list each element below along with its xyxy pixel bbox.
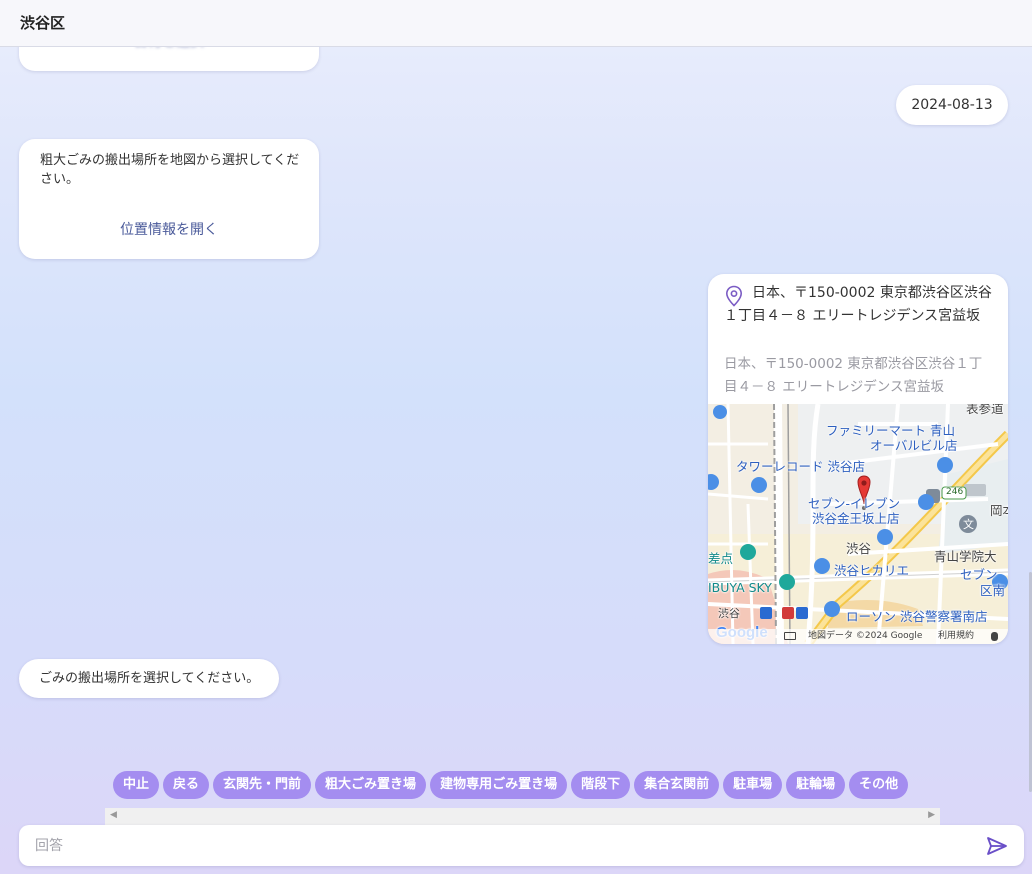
options-horizontal-scrollbar[interactable]: ◀ ▶: [105, 808, 940, 825]
keyboard-icon[interactable]: [784, 632, 796, 640]
map-label-konnozaka: 渋谷金王坂上店: [812, 511, 900, 526]
map-label-shibuya: 渋谷: [846, 541, 872, 556]
app-header: 渋谷区: [0, 0, 1032, 47]
location-address: 日本、〒150-0002 東京都渋谷区渋谷１丁目４－８ エリートレジデンス宮益坂: [724, 285, 992, 324]
page-title: 渋谷区: [20, 14, 66, 32]
chat-scrollbar[interactable]: [1028, 47, 1032, 792]
map-label-oval-building: オーバルビル店: [870, 438, 958, 453]
map-footer: 地図データ ©2024 Google 利用規約: [708, 629, 1008, 644]
user-message-location: 日本、〒150-0002 東京都渋谷区渋谷１丁目４－８ エリートレジデンス宮益坂…: [708, 274, 1008, 644]
map-copyright: 地図データ ©2024 Google: [808, 631, 923, 641]
map-label-kunan: 区南: [980, 583, 1006, 598]
option-chip[interactable]: 階段下: [571, 771, 631, 799]
option-chip[interactable]: 駐車場: [723, 771, 783, 799]
answer-input-bar: [19, 825, 1024, 866]
map-label-shibuya-sky: IBUYA SKY: [708, 580, 772, 595]
map-label-tower-records: タワーレコード 渋谷店: [736, 459, 865, 474]
option-chip[interactable]: 戻る: [163, 771, 210, 799]
answer-input[interactable]: [35, 825, 975, 866]
scroll-right-icon[interactable]: ▶: [928, 810, 935, 820]
bot-message-location-request: 粗大ごみの搬出場所を地図から選択してください。 位置情報を開く: [19, 139, 319, 259]
option-chip[interactable]: 集合玄関前: [634, 771, 720, 799]
send-icon[interactable]: [986, 836, 1008, 856]
open-location-link[interactable]: 位置情報を開く: [19, 219, 319, 239]
map-label-shibuya-station: 渋谷: [718, 607, 740, 620]
option-chip[interactable]: 玄関先・門前: [213, 771, 312, 799]
location-address-sub: 日本、〒150-0002 東京都渋谷区渋谷１丁目４－８ エリートレジデンス宮益坂: [724, 356, 983, 395]
map-label-route-246: 246: [946, 487, 964, 497]
map-label-hikarie: 渋谷ヒカリエ: [834, 563, 910, 578]
report-bug-icon[interactable]: [991, 632, 998, 641]
map-label-aoyama-gakuin: 青山学院大: [934, 549, 997, 564]
location-map[interactable]: 表参道 ファミリーマート 青山 オーバルビル店 タワーレコード 渋谷店 セブン-…: [708, 404, 1008, 644]
option-chip[interactable]: 駐輪場: [786, 771, 846, 799]
map-label-okamoto: 岡本: [990, 503, 1008, 518]
map-label-sakaten: 差点: [708, 551, 734, 566]
map-school-icon: 文: [963, 518, 974, 531]
bot-message-select-place: ごみの搬出場所を選択してください。: [19, 659, 280, 698]
map-terms-link[interactable]: 利用規約: [938, 629, 974, 644]
option-chip[interactable]: 建物専用ごみ置き場: [430, 771, 568, 799]
option-chip[interactable]: その他: [849, 771, 909, 799]
location-request-text: 粗大ごみの搬出場所を地図から選択してください。: [40, 153, 300, 187]
user-message-date: 2024-08-13: [896, 85, 1008, 125]
option-chip[interactable]: 粗大ごみ置き場: [315, 771, 427, 799]
option-chip[interactable]: 中止: [113, 771, 160, 799]
scroll-left-icon[interactable]: ◀: [110, 810, 117, 820]
quick-reply-options: 中止 戻る 玄関先・門前 粗大ごみ置き場 建物専用ごみ置き場 階段下 集合玄関前 駐車場 駐輪場…: [113, 771, 909, 799]
map-label-omotesando: 表参道: [966, 404, 1004, 416]
map-label-lawson: ローソン 渋谷警察署南店: [846, 609, 988, 624]
